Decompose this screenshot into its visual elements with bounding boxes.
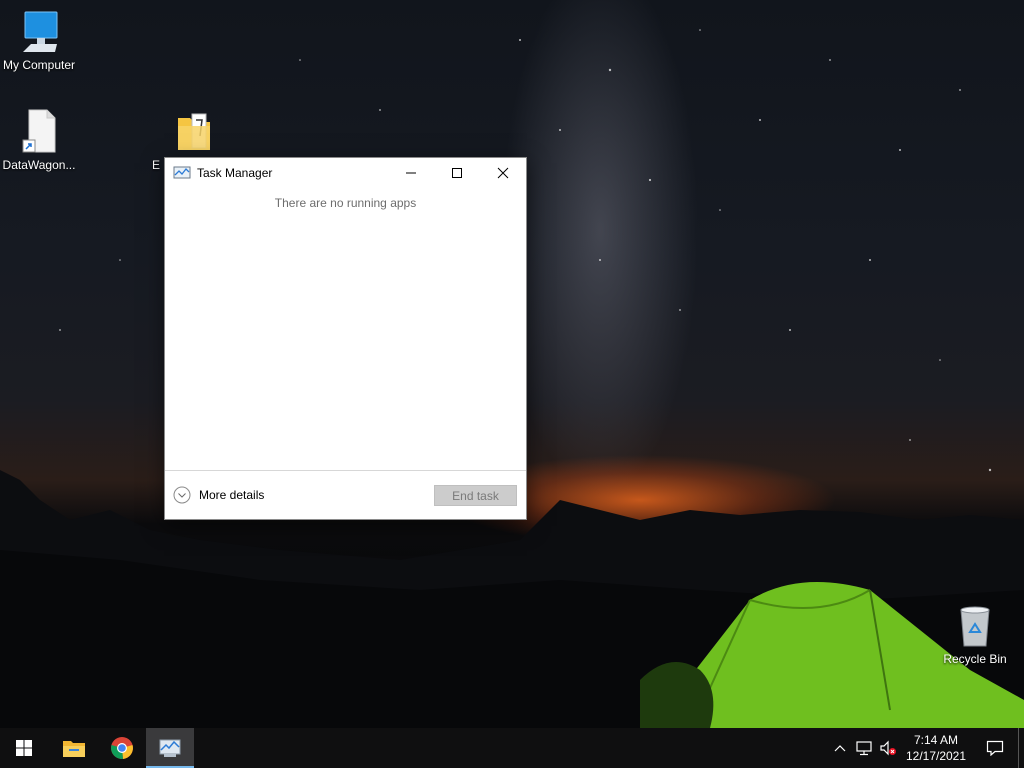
desktop-icon-label: Recycle Bin (943, 652, 1007, 666)
system-tray: 7:14 AM 12/17/2021 (828, 728, 1024, 768)
empty-state-message: There are no running apps (274, 196, 417, 210)
end-task-button[interactable]: End task (434, 485, 517, 506)
maximize-button[interactable] (434, 158, 480, 187)
desktop-icon-datawagon[interactable]: DataWagon... (0, 108, 81, 172)
desktop-icon-label: My Computer (2, 58, 76, 72)
more-details-label: More details (199, 488, 265, 502)
computer-icon (23, 11, 58, 52)
task-manager-icon (173, 166, 191, 178)
window-footer: More details End task (165, 470, 526, 519)
desktop-icon-my-computer[interactable]: My Computer (0, 8, 81, 72)
taskbar-task-manager[interactable] (146, 728, 194, 768)
minimize-icon (406, 172, 416, 173)
taskbar-chrome[interactable] (98, 728, 146, 768)
taskbar-file-explorer[interactable] (50, 728, 98, 768)
clock-date: 12/17/2021 (905, 749, 967, 763)
folder-icon (178, 113, 210, 150)
close-icon (497, 167, 509, 178)
more-details-toggle[interactable]: More details (173, 486, 264, 504)
windows-logo-icon (16, 740, 32, 756)
task-manager-icon (159, 739, 181, 757)
clock-time: 7:14 AM (913, 733, 959, 747)
network-button[interactable] (852, 728, 876, 768)
desktop-icon-recycle-bin[interactable]: Recycle Bin (933, 602, 1017, 666)
window-title: Task Manager (197, 165, 273, 180)
desktop-icon-label: DataWagon... (2, 158, 76, 172)
show-desktop-button[interactable] (1018, 728, 1024, 768)
volume-button[interactable] (876, 728, 900, 768)
chrome-icon (111, 737, 133, 760)
start-button[interactable] (0, 728, 48, 768)
network-icon (856, 741, 872, 756)
minimize-button[interactable] (388, 158, 434, 187)
action-center-button[interactable] (972, 728, 1018, 768)
show-hidden-icons-button[interactable] (828, 728, 852, 768)
recycle-bin-icon (960, 606, 990, 647)
taskbar-clock[interactable]: 7:14 AM 12/17/2021 (900, 732, 972, 764)
notification-icon (986, 740, 1004, 756)
maximize-icon (452, 167, 462, 178)
folder-icon (63, 741, 85, 757)
task-manager-window[interactable]: Task Manager There are no running apps M… (164, 157, 527, 520)
close-button[interactable] (480, 158, 526, 187)
taskbar: 7:14 AM 12/17/2021 (0, 728, 1024, 768)
title-bar[interactable]: Task Manager (165, 158, 526, 187)
file-shortcut-icon (22, 109, 56, 153)
chevron-down-icon (173, 486, 191, 504)
chevron-up-icon (834, 745, 846, 752)
volume-muted-icon (880, 740, 896, 756)
